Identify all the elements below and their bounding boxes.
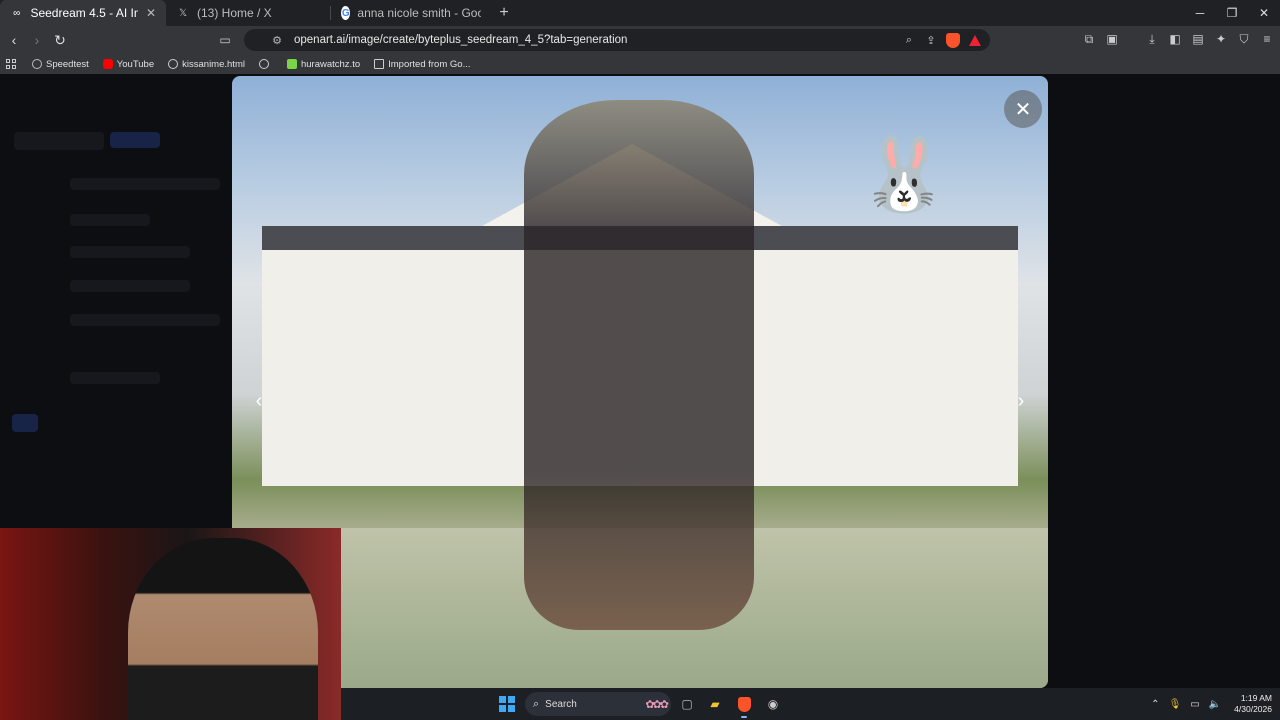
- volume-icon[interactable]: 🔈: [1209, 699, 1221, 710]
- tray-overflow-icon[interactable]: ⌃: [1151, 699, 1159, 710]
- viewer-close-button[interactable]: ✕: [1004, 90, 1042, 128]
- folder-icon: [374, 59, 385, 69]
- brave-rewards-icon[interactable]: [968, 33, 982, 47]
- bookmark-label: kissanime.html: [182, 58, 245, 70]
- clock[interactable]: 1:19 AM 4/30/2026: [1234, 693, 1272, 715]
- sidebar-item-dimmed: [70, 214, 150, 226]
- back-button[interactable]: ‹: [4, 30, 24, 50]
- windows-taskbar: ⌕ Search ✿✿✿ ▢ ▰ ◉ ⌃ 🎙 ▭ 🔈 1:19 AM 4/30/…: [341, 688, 1280, 720]
- figure-placeholder: [524, 100, 754, 630]
- bookmark-speedtest[interactable]: Speedtest: [32, 59, 89, 70]
- file-explorer-icon[interactable]: ▰: [705, 694, 725, 714]
- tulips-icon: ✿✿✿: [645, 698, 669, 711]
- task-view-icon[interactable]: ▢: [677, 694, 697, 714]
- window-controls: ─ ❐ ✕: [1184, 0, 1280, 26]
- globe-icon: [258, 59, 269, 69]
- openart-icon: ∞: [13, 7, 21, 19]
- sidebar-item-dimmed: [70, 372, 160, 384]
- tab-strip: ∞ Seedream 4.5 - AI Image Generator ✕ 𝕏 …: [0, 0, 1280, 26]
- bookmark-label: YouTube: [116, 58, 155, 70]
- sidebar-item-dimmed: [70, 314, 220, 326]
- hurawatch-icon: [286, 59, 297, 69]
- sidebar-item-dimmed: [70, 280, 190, 292]
- bookmark-label: hurawatchz.to: [300, 58, 361, 70]
- taskbar-search[interactable]: ⌕ Search ✿✿✿: [525, 692, 671, 716]
- bookmark-label: Speedtest: [46, 58, 89, 70]
- tab-title: anna nicole smith - Google Search: [357, 6, 481, 20]
- sidebar-item-dimmed: [70, 246, 190, 258]
- extensions-icon[interactable]: ⧉: [1082, 30, 1096, 48]
- microphone-icon[interactable]: 🎙: [1169, 699, 1182, 710]
- brave-shields-icon[interactable]: [946, 32, 960, 48]
- viewer-prev-button[interactable]: ‹: [246, 388, 272, 414]
- youtube-icon: [102, 59, 113, 69]
- site-settings-icon[interactable]: ⚙: [266, 34, 288, 47]
- bookmark-youtube[interactable]: YouTube: [102, 58, 155, 70]
- viewer-next-button[interactable]: ›: [1008, 388, 1034, 414]
- webcam-person-placeholder: [128, 538, 318, 720]
- restore-button[interactable]: ❐: [1216, 0, 1248, 26]
- google-icon: G: [341, 6, 351, 20]
- share-icon[interactable]: ⇪: [924, 33, 938, 47]
- sidebar-item-dimmed: [70, 178, 220, 190]
- address-bar[interactable]: ▭ ⚙ openart.ai/image/create/byteplus_see…: [219, 29, 990, 51]
- minimize-button[interactable]: ─: [1184, 0, 1216, 26]
- bunny-logo-icon: 🐰: [859, 134, 949, 215]
- menu-icon[interactable]: ≡: [1260, 30, 1274, 48]
- tab-title: Seedream 4.5 - AI Image Generator: [30, 6, 138, 20]
- image-viewer: 🐰 ✕ ‹ ›: [232, 76, 1048, 688]
- app-badge-dimmed: [110, 132, 160, 148]
- webcam-overlay: [0, 528, 341, 720]
- speedtest-icon: [32, 59, 42, 69]
- bookmark-folder-imported[interactable]: Imported from Go...: [374, 58, 471, 70]
- wallet-icon[interactable]: ▣: [1105, 30, 1119, 48]
- app-logo-dimmed: [14, 132, 104, 150]
- download-icon[interactable]: ⤓: [1145, 30, 1159, 48]
- reload-button[interactable]: ↻: [50, 30, 70, 50]
- url-text[interactable]: openart.ai/image/create/byteplus_seedrea…: [294, 34, 902, 46]
- brave-browser-icon[interactable]: [734, 694, 754, 718]
- x-logo-icon: 𝕏: [178, 7, 188, 19]
- new-tab-button[interactable]: +: [491, 0, 517, 26]
- window-close-button[interactable]: ✕: [1248, 0, 1280, 26]
- search-icon: ⌕: [533, 697, 540, 710]
- toolbar-right-icons: ⧉ ▣ ⤓ ◧ ▤ ✦ ⛉ ≡: [1082, 30, 1274, 48]
- bookmark-label: Imported from Go...: [388, 58, 471, 70]
- browser-toolbar: ‹ › ↻ ▭ ⚙ openart.ai/image/create/bytepl…: [0, 26, 1280, 54]
- clock-time: 1:19 AM: [1240, 693, 1272, 703]
- sidebar-icon-dimmed: [12, 414, 38, 432]
- wallet-card-icon[interactable]: ▤: [1191, 30, 1205, 48]
- bookmark-kissanime[interactable]: kissanime.html: [168, 59, 245, 70]
- bookmarks-bar: Speedtest YouTube kissanime.html hurawat…: [0, 54, 1280, 74]
- system-tray: ⌃ 🎙 ▭ 🔈 1:19 AM 4/30/2026: [1151, 688, 1272, 720]
- tab-google-search[interactable]: G anna nicole smith - Google Search: [331, 0, 491, 26]
- forward-button[interactable]: ›: [27, 30, 47, 50]
- zoom-icon[interactable]: ⌕: [902, 33, 916, 47]
- tab-title: (13) Home / X: [197, 6, 272, 20]
- clock-date: 4/30/2026: [1234, 704, 1272, 714]
- bookmark-icon[interactable]: ▭: [214, 33, 236, 47]
- obs-icon[interactable]: ◉: [763, 694, 783, 714]
- vpn-shield-icon[interactable]: ⛉: [1237, 30, 1251, 48]
- bookmark-hurawatch[interactable]: hurawatchz.to: [286, 58, 361, 70]
- display-icon[interactable]: ▭: [1190, 699, 1199, 710]
- bookmark-globe[interactable]: [258, 59, 273, 69]
- tab-x-home[interactable]: 𝕏 (13) Home / X: [166, 0, 330, 26]
- sidebar-icon[interactable]: ◧: [1168, 30, 1182, 48]
- tab-seedream[interactable]: ∞ Seedream 4.5 - AI Image Generator ✕: [0, 0, 166, 26]
- apps-grid-icon[interactable]: [6, 59, 16, 69]
- start-button[interactable]: [499, 696, 515, 712]
- leo-ai-icon[interactable]: ✦: [1214, 30, 1228, 48]
- globe-icon: [168, 59, 179, 69]
- tab-close-icon[interactable]: ✕: [146, 6, 156, 20]
- taskbar-search-label: Search: [545, 698, 577, 710]
